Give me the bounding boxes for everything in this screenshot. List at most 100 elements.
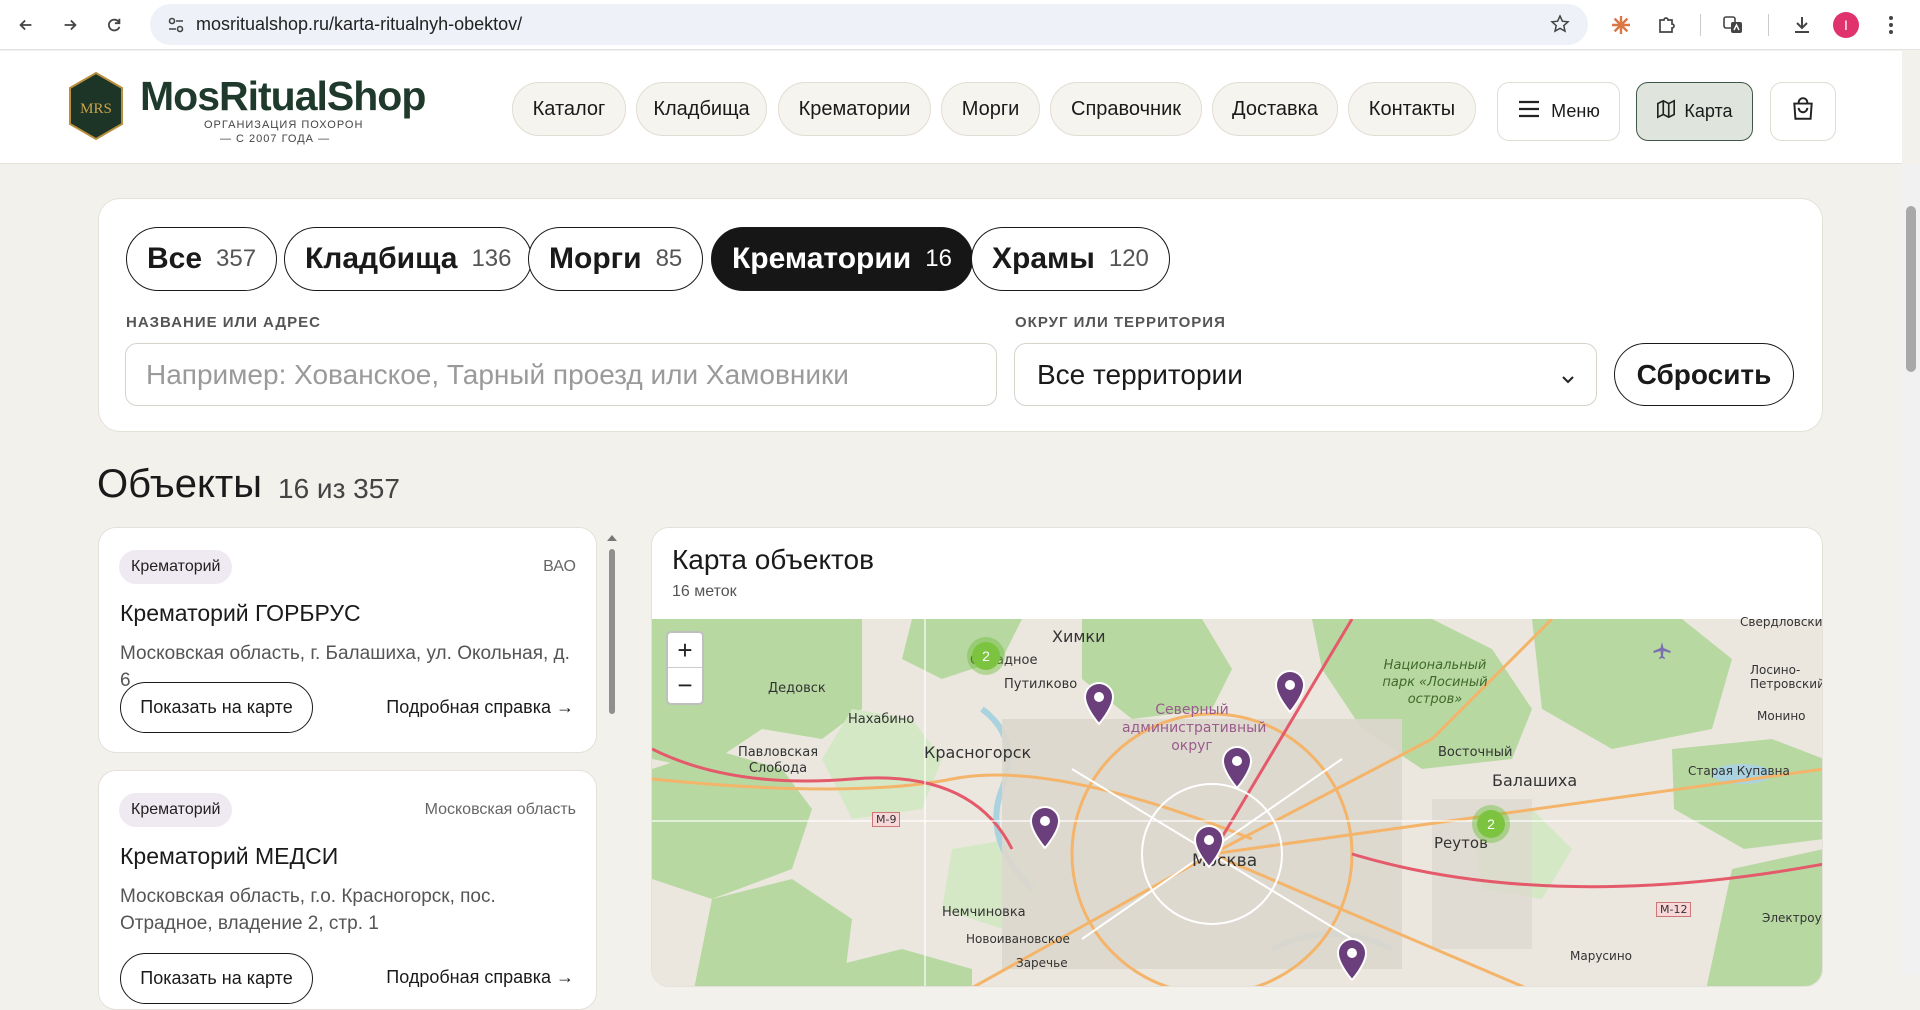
- bookmark-star-icon[interactable]: [1550, 14, 1570, 34]
- district-field-label: ОКРУГ ИЛИ ТЕРРИТОРИЯ: [1015, 314, 1226, 331]
- nav-cemeteries[interactable]: Кладбища: [636, 82, 767, 136]
- logo-mark-icon[interactable]: MRS: [67, 71, 125, 141]
- shopping-bag-icon: [1790, 96, 1816, 127]
- district-select-value: Все территории: [1037, 358, 1243, 390]
- details-link[interactable]: Подробная справка →: [386, 967, 574, 988]
- search-input[interactable]: [125, 343, 997, 406]
- site-settings-icon[interactable]: [166, 15, 186, 35]
- browser-toolbar: mosritualshop.ru/karta-ritualnyh-obektov…: [0, 0, 1920, 50]
- map-tiles: [652, 619, 1822, 986]
- download-icon[interactable]: [1789, 12, 1815, 38]
- translate-icon[interactable]: [1720, 12, 1746, 38]
- map-pin-icon[interactable]: [1192, 824, 1226, 868]
- map-canvas[interactable]: + − Химки Отрадное Путилково Дедовск Нах…: [652, 615, 1822, 986]
- scroll-up-arrow-icon[interactable]: [605, 533, 619, 543]
- district-select[interactable]: Все территории: [1014, 343, 1597, 406]
- name-field-label: НАЗВАНИЕ ИЛИ АДРЕС: [126, 314, 321, 331]
- map-cluster[interactable]: 2: [967, 637, 1005, 675]
- toolbar-divider: [1700, 14, 1701, 36]
- chip-count: 357: [216, 245, 257, 272]
- hamburger-icon: [1517, 97, 1541, 126]
- region-label: ВАО: [543, 558, 576, 575]
- chip-morgues[interactable]: Морги 85: [528, 227, 704, 291]
- list-scrollbar[interactable]: [605, 527, 619, 975]
- map-cluster[interactable]: 2: [1472, 805, 1510, 843]
- more-menu-icon[interactable]: [1878, 12, 1904, 38]
- list-scroll-thumb[interactable]: [609, 549, 615, 714]
- logo-since: — С 2007 ГОДА —: [220, 133, 331, 145]
- map-markers-count: 16 меток: [672, 583, 737, 600]
- map-label: Путилково: [1004, 677, 1078, 692]
- page-scroll-thumb[interactable]: [1906, 206, 1916, 372]
- chip-cemeteries[interactable]: Кладбища 136: [284, 227, 533, 291]
- claude-extension-icon[interactable]: [1608, 12, 1634, 38]
- map-pin-icon[interactable]: [1028, 805, 1062, 849]
- menu-label: Меню: [1551, 101, 1600, 121]
- map-pin-icon[interactable]: [1220, 745, 1254, 789]
- map-label: Павловская Слобода: [737, 745, 819, 776]
- map-label: Старая Купавна: [1688, 764, 1790, 778]
- type-badge: Крематорий: [119, 550, 233, 584]
- airport-icon: [1653, 642, 1671, 659]
- extensions-puzzle-icon[interactable]: [1654, 12, 1680, 38]
- item-title: Крематорий МЕДСИ: [120, 843, 339, 869]
- nav-catalog[interactable]: Каталог: [512, 82, 626, 136]
- show-on-map-button[interactable]: Показать на карте: [120, 682, 313, 733]
- page-scrollbar[interactable]: [1902, 164, 1920, 975]
- filter-panel: Все 357 Кладбища 136 Морги 85 Крематории 16 …: [98, 198, 1823, 432]
- map-road-label: М-12: [1656, 902, 1692, 917]
- zoom-out-button[interactable]: −: [668, 668, 702, 703]
- list-item: Крематорий ВАО Крематорий ГОРБРУС Москов…: [98, 527, 597, 753]
- map-label: Красногорск: [924, 743, 1032, 762]
- map-zoom-control[interactable]: + −: [666, 631, 704, 705]
- type-badge: Крематорий: [119, 793, 233, 827]
- map-label: Свердловский: [1740, 615, 1823, 629]
- menu-button[interactable]: Меню: [1497, 82, 1620, 141]
- chip-label: Храмы: [992, 242, 1095, 275]
- nav-directory[interactable]: Справочник: [1050, 82, 1202, 136]
- reset-button[interactable]: Сбросить: [1614, 343, 1794, 406]
- map-pin-icon[interactable]: [1273, 669, 1307, 713]
- chip-label: Кладбища: [305, 242, 458, 275]
- chip-temples[interactable]: Храмы 120: [971, 227, 1170, 291]
- site-header: MRS MosRitualShop ОРГАНИЗАЦИЯ ПОХОРОН — …: [0, 51, 1902, 164]
- svg-text:MRS: MRS: [80, 101, 112, 117]
- map-pin-icon[interactable]: [1335, 937, 1369, 981]
- reload-icon[interactable]: [100, 11, 128, 39]
- map-label: Монино: [1757, 709, 1806, 723]
- nav-delivery[interactable]: Доставка: [1212, 82, 1338, 136]
- map-button[interactable]: Карта: [1636, 82, 1753, 141]
- map-label: Немчиновка: [942, 905, 1026, 920]
- list-item: Крематорий Московская область Крематорий…: [98, 770, 597, 1010]
- chip-count: 136: [471, 245, 512, 272]
- cluster-count: 2: [972, 642, 1000, 670]
- objects-count: 16 из 357: [278, 473, 400, 504]
- address-bar[interactable]: mosritualshop.ru/karta-ritualnyh-obektov…: [150, 4, 1588, 45]
- objects-title: Объекты: [97, 462, 262, 506]
- profile-avatar[interactable]: I: [1833, 12, 1859, 38]
- url-text[interactable]: mosritualshop.ru/karta-ritualnyh-obektov…: [196, 14, 522, 35]
- map-pin-icon[interactable]: [1082, 681, 1116, 725]
- chip-all[interactable]: Все 357: [126, 227, 278, 291]
- nav-crematoria[interactable]: Крематории: [778, 82, 931, 136]
- details-link[interactable]: Подробная справка →: [386, 697, 574, 718]
- zoom-in-button[interactable]: +: [668, 633, 702, 668]
- map-label: Новоивановское: [966, 932, 1070, 946]
- map-label: Национальный парк «Лосиный остров»: [1382, 658, 1488, 707]
- chip-crematoria[interactable]: Крематории 16: [711, 227, 973, 291]
- nav-morgues[interactable]: Морги: [941, 82, 1040, 136]
- forward-icon[interactable]: [56, 11, 84, 39]
- nav-contacts[interactable]: Контакты: [1348, 82, 1476, 136]
- map-road-label: М-9: [872, 812, 901, 827]
- back-icon[interactable]: [12, 11, 40, 39]
- map-button-label: Карта: [1684, 101, 1733, 121]
- map-label: Нахабино: [848, 712, 915, 727]
- cart-button[interactable]: [1770, 82, 1836, 141]
- logo-title[interactable]: MosRitualShop: [140, 73, 426, 120]
- map-label: Балашиха: [1492, 771, 1578, 790]
- show-on-map-button[interactable]: Показать на карте: [120, 953, 313, 1004]
- chip-label: Морги: [549, 242, 642, 275]
- map-icon: [1656, 99, 1676, 124]
- chip-count: 16: [925, 245, 952, 272]
- region-label: Московская область: [424, 801, 576, 818]
